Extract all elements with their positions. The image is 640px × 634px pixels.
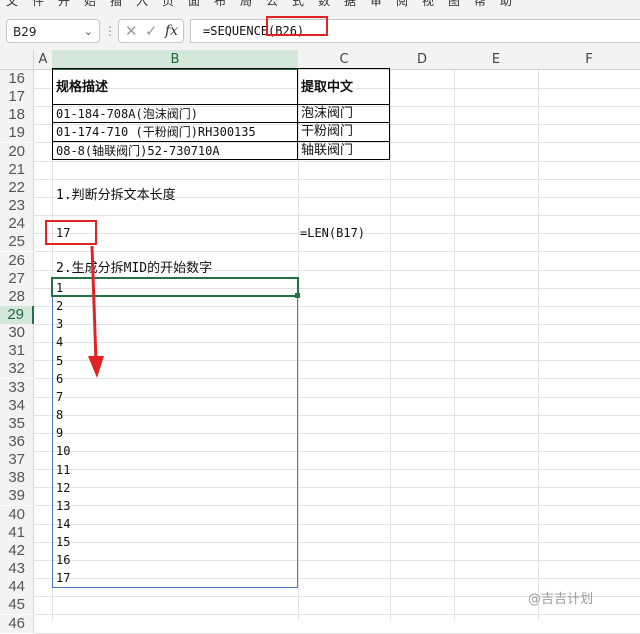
sequence-cell[interactable]: 1 bbox=[56, 279, 63, 297]
column-header-b[interactable]: B bbox=[52, 50, 298, 70]
row-header-20[interactable]: 20 bbox=[0, 142, 34, 161]
sequence-cell[interactable]: 7 bbox=[56, 388, 63, 406]
table-border bbox=[52, 122, 390, 123]
b26-highlight bbox=[45, 220, 97, 245]
row-header-18[interactable]: 18 bbox=[0, 106, 34, 125]
column-header-f[interactable]: F bbox=[538, 50, 640, 70]
sequence-cell[interactable]: 11 bbox=[56, 461, 70, 479]
grid-line bbox=[34, 251, 640, 253]
row-header-45[interactable]: 45 bbox=[0, 596, 34, 615]
row-header-26[interactable]: 26 bbox=[0, 251, 34, 270]
formula-prefix: =SEQUENCE( bbox=[203, 24, 276, 38]
sequence-cell[interactable]: 6 bbox=[56, 370, 63, 388]
table-border bbox=[389, 68, 390, 160]
chevron-down-icon[interactable]: ⌄ bbox=[84, 20, 93, 44]
more-icon[interactable]: ⋮ bbox=[104, 20, 116, 44]
formula-arg-highlight bbox=[266, 16, 328, 36]
table-border bbox=[52, 104, 390, 105]
table-border bbox=[52, 68, 390, 69]
table-cell: 01-184-708A(泡沫阀门) bbox=[56, 107, 198, 121]
name-box[interactable]: B29 ⌄ bbox=[6, 19, 100, 43]
insert-function-icon[interactable]: fx bbox=[165, 22, 178, 40]
grid-line bbox=[454, 70, 455, 620]
row-header-31[interactable]: 31 bbox=[0, 342, 34, 361]
cancel-icon[interactable]: ✕ bbox=[125, 22, 138, 40]
sequence-cell[interactable]: 17 bbox=[56, 569, 70, 587]
row-header-39[interactable]: 39 bbox=[0, 487, 34, 506]
row-header-28[interactable]: 28 bbox=[0, 287, 34, 306]
row-header-43[interactable]: 43 bbox=[0, 560, 34, 579]
row-header-37[interactable]: 37 bbox=[0, 451, 34, 470]
column-header-e[interactable]: E bbox=[454, 50, 538, 70]
row-header-32[interactable]: 32 bbox=[0, 360, 34, 379]
column-header-a[interactable]: A bbox=[34, 50, 52, 70]
row-header-36[interactable]: 36 bbox=[0, 433, 34, 451]
row-header-42[interactable]: 42 bbox=[0, 541, 34, 560]
row-header-40[interactable]: 40 bbox=[0, 505, 34, 524]
formula-tools: ✕ ✓ fx bbox=[118, 19, 184, 43]
table-border bbox=[297, 68, 298, 160]
grid-line bbox=[34, 614, 640, 616]
sequence-cell[interactable]: 14 bbox=[56, 515, 70, 533]
table-border bbox=[52, 141, 390, 142]
row-header-21[interactable]: 21 bbox=[0, 160, 34, 179]
grid-line bbox=[298, 70, 299, 620]
watermark: @吉吉计划 bbox=[528, 592, 594, 607]
row-header-30[interactable]: 30 bbox=[0, 324, 34, 343]
sequence-cell[interactable]: 2 bbox=[56, 297, 63, 315]
row-header-46[interactable]: 46 bbox=[0, 614, 34, 633]
ribbon-strip: 文件开始插入页面布局公式数据审阅视图帮助 bbox=[0, 0, 640, 8]
fill-handle[interactable] bbox=[295, 293, 300, 298]
row-header-25[interactable]: 25 bbox=[0, 233, 34, 252]
down-arrow-icon bbox=[88, 245, 104, 378]
row-header-22[interactable]: 22 bbox=[0, 178, 34, 197]
row-header-29[interactable]: 29 bbox=[0, 305, 34, 324]
grid-line bbox=[34, 632, 640, 634]
sequence-cell[interactable]: 10 bbox=[56, 442, 70, 460]
grid-line bbox=[34, 178, 640, 180]
row-header-27[interactable]: 27 bbox=[0, 269, 34, 288]
sequence-cell[interactable]: 12 bbox=[56, 479, 70, 497]
name-box-value: B29 bbox=[13, 25, 37, 39]
select-all-corner[interactable] bbox=[0, 50, 34, 70]
table-cell: 08-8(轴联阀门)52-730710A bbox=[56, 144, 220, 158]
column-header-d[interactable]: D bbox=[390, 50, 454, 70]
column-header-c[interactable]: C bbox=[298, 50, 390, 70]
sequence-cell[interactable]: 9 bbox=[56, 424, 63, 442]
grid-line bbox=[538, 70, 539, 620]
row-header-23[interactable]: 23 bbox=[0, 197, 34, 216]
grid-line bbox=[34, 215, 640, 217]
table-cell: 01-174-710 (干粉阀门)RH300135 bbox=[56, 125, 256, 139]
sequence-cell[interactable]: 8 bbox=[56, 406, 63, 424]
row-header-16[interactable]: 16 bbox=[0, 70, 34, 88]
sequence-cell[interactable]: 15 bbox=[56, 533, 70, 551]
cell-c26-formula: =LEN(B17) bbox=[300, 226, 366, 240]
table-header-extract: 提取中文 bbox=[301, 80, 354, 95]
sequence-cell[interactable]: 13 bbox=[56, 497, 70, 515]
row-header-19[interactable]: 19 bbox=[0, 124, 34, 143]
row-header-34[interactable]: 34 bbox=[0, 396, 34, 415]
table-cell: 泡沫阀门 bbox=[301, 106, 354, 121]
confirm-icon[interactable]: ✓ bbox=[145, 22, 158, 40]
table-cell: 干粉阀门 bbox=[301, 124, 354, 139]
table-cell: 轴联阀门 bbox=[301, 143, 354, 158]
formula-input[interactable]: =SEQUENCE(B26) bbox=[190, 19, 640, 43]
sequence-cell[interactable]: 5 bbox=[56, 352, 63, 370]
table-border bbox=[52, 159, 390, 160]
sequence-cell[interactable]: 16 bbox=[56, 551, 70, 569]
row-header-33[interactable]: 33 bbox=[0, 378, 34, 397]
row-header-41[interactable]: 41 bbox=[0, 523, 34, 542]
sequence-cell[interactable]: 3 bbox=[56, 315, 63, 333]
row-header-38[interactable]: 38 bbox=[0, 469, 34, 488]
row-header-17[interactable]: 17 bbox=[0, 88, 34, 107]
sequence-cell[interactable]: 4 bbox=[56, 333, 63, 351]
grid-line bbox=[34, 160, 640, 162]
row-header-35[interactable]: 35 bbox=[0, 414, 34, 433]
table-border bbox=[52, 68, 53, 160]
row-header-44[interactable]: 44 bbox=[0, 578, 34, 597]
step1-label: 1.判断分拆文本长度 bbox=[56, 188, 176, 203]
row-header-24[interactable]: 24 bbox=[0, 215, 34, 234]
grid-line bbox=[390, 70, 391, 620]
table-header-spec: 规格描述 bbox=[56, 80, 109, 95]
